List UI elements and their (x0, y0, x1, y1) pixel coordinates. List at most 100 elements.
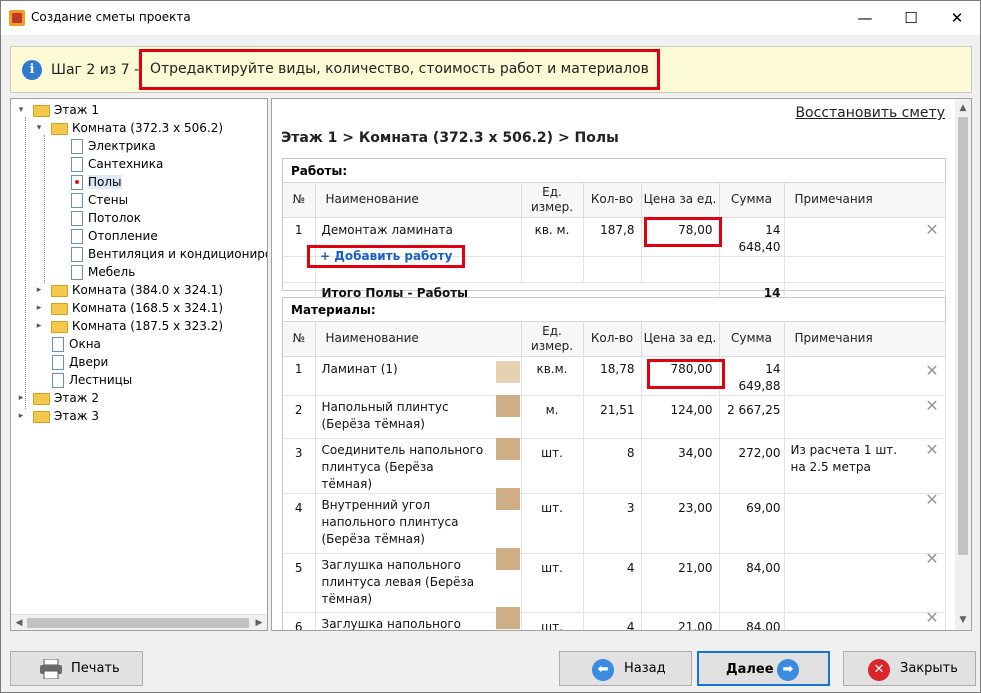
cell-unit[interactable]: шт. (521, 553, 584, 613)
tree-item-stairs[interactable]: Лестницы (52, 371, 132, 389)
cell-notes[interactable] (784, 395, 946, 439)
cell-price[interactable]: 23,00 (641, 493, 720, 554)
cell-name[interactable]: Заглушка напольного плинтуса правая (Бер… (315, 612, 522, 630)
expand-icon[interactable]: ▸ (16, 411, 26, 421)
delete-row-icon[interactable]: ✕ (925, 442, 939, 458)
document-icon (71, 139, 83, 154)
material-swatch (496, 607, 520, 629)
delete-row-icon[interactable]: ✕ (925, 363, 939, 379)
project-tree: ▾ Этаж 1 ▾ Комната (372.3 x 506.2) Элект… (10, 98, 268, 631)
tree-item-room4[interactable]: ▸ Комната (187.5 x 323.2) (33, 317, 223, 335)
table-row[interactable]: 3 Соединитель напольного плинтуса (Берёз… (283, 438, 946, 494)
document-icon (71, 229, 83, 244)
maximize-button[interactable]: ☐ (888, 1, 934, 35)
expand-icon[interactable]: ▸ (16, 393, 26, 403)
scrollbar-thumb[interactable] (27, 618, 249, 628)
tree-item-windows[interactable]: Окна (52, 335, 101, 353)
tree-item-floor3[interactable]: ▸ Этаж 3 (15, 407, 99, 425)
cell-name[interactable]: Соединитель напольного плинтуса (Берёза … (315, 438, 522, 494)
tree-item-heating[interactable]: Отопление (71, 227, 158, 245)
cell-unit[interactable]: шт. (521, 493, 584, 554)
tree-item-ventilation[interactable]: Вентиляция и кондиционирование (71, 245, 267, 263)
table-header: № Наименование Ед. измер. Кол-во Цена за… (283, 183, 946, 218)
cell-qty[interactable]: 3 (583, 493, 642, 554)
minimize-button[interactable]: — (842, 1, 888, 35)
restore-estimate-link[interactable]: Восстановить смету (795, 105, 945, 121)
cell-qty[interactable]: 187,8 (583, 217, 642, 257)
delete-row-icon[interactable]: ✕ (925, 492, 939, 508)
cell-unit[interactable]: м. (521, 395, 584, 439)
cell-qty[interactable]: 18,78 (583, 356, 642, 396)
cell-unit[interactable]: шт. (521, 612, 584, 630)
col-unit: Ед. измер. (521, 322, 584, 357)
col-notes: Примечания (784, 183, 946, 218)
cell-price[interactable]: 21,00 (641, 553, 720, 613)
delete-row-icon[interactable]: ✕ (925, 551, 939, 567)
cell-name[interactable]: Ламинат (1) (315, 356, 522, 396)
cell-unit[interactable]: кв. м. (521, 217, 584, 257)
delete-row-icon[interactable]: ✕ (925, 222, 939, 238)
tree-item-room2[interactable]: ▸ Комната (384.0 x 324.1) (33, 281, 223, 299)
tree-item-floor2[interactable]: ▸ Этаж 2 (15, 389, 99, 407)
add-work-button[interactable]: + Добавить работу (307, 245, 466, 268)
col-unit: Ед. измер. (521, 183, 584, 218)
tree-item-doors[interactable]: Двери (52, 353, 108, 371)
table-row[interactable]: 4 Внутренний угол напольного плинтуса (Б… (283, 493, 946, 554)
next-button[interactable]: Далее ➡ (697, 651, 830, 686)
cell-notes[interactable] (784, 356, 946, 396)
table-row[interactable]: 1 Ламинат (1) кв.м. 18,78 780,00 14 649,… (283, 356, 946, 396)
table-row[interactable]: 6 Заглушка напольного плинтуса правая (Б… (283, 612, 946, 630)
cell-qty[interactable]: 8 (583, 438, 642, 494)
close-button[interactable]: ✕ Закрыть (843, 651, 976, 686)
tree-item-electrics[interactable]: Электрика (71, 137, 156, 155)
delete-row-icon[interactable]: ✕ (925, 610, 939, 626)
expand-icon[interactable]: ▸ (34, 285, 44, 295)
expand-icon[interactable]: ▸ (34, 303, 44, 313)
cell-notes[interactable] (784, 612, 946, 630)
scroll-right-icon[interactable]: ▶ (252, 616, 266, 630)
cell-notes[interactable] (784, 493, 946, 554)
collapse-icon[interactable]: ▾ (16, 105, 26, 115)
close-window-button[interactable]: ✕ (934, 1, 980, 35)
tree-item-walls[interactable]: Стены (71, 191, 128, 209)
collapse-icon[interactable]: ▾ (34, 123, 44, 133)
cell-sum: 2 667,25 (719, 395, 785, 439)
cell-price[interactable]: 21,00 (641, 612, 720, 630)
cell-notes[interactable] (784, 217, 946, 257)
cell-name[interactable]: Заглушка напольного плинтуса левая (Берё… (315, 553, 522, 613)
scrollbar-thumb[interactable] (958, 117, 968, 555)
cell-qty[interactable]: 4 (583, 612, 642, 630)
tree-item-floors[interactable]: Полы (71, 173, 122, 191)
cell-name[interactable]: Напольный плинтус (Берёза тёмная) (315, 395, 522, 439)
table-row[interactable]: 5 Заглушка напольного плинтуса левая (Бе… (283, 553, 946, 613)
scroll-left-icon[interactable]: ◀ (12, 616, 26, 630)
tree-item-room3[interactable]: ▸ Комната (168.5 x 324.1) (33, 299, 223, 317)
cell-notes[interactable] (784, 553, 946, 613)
table-row[interactable]: 2 Напольный плинтус (Берёза тёмная) м. 2… (283, 395, 946, 439)
cell-qty[interactable]: 21,51 (583, 395, 642, 439)
print-button[interactable]: Печать (10, 651, 143, 686)
tree-label: Вентиляция и кондиционирование (88, 247, 267, 261)
panel-vertical-scrollbar[interactable]: ▲ ▼ (955, 99, 971, 630)
back-button[interactable]: ⬅ Назад (559, 651, 692, 686)
expand-icon[interactable]: ▸ (34, 321, 44, 331)
cell-qty[interactable]: 4 (583, 553, 642, 613)
tree-item-ceiling[interactable]: Потолок (71, 209, 141, 227)
tree-horizontal-scrollbar[interactable]: ◀ ▶ (11, 614, 267, 630)
tree-item-floor1[interactable]: ▾ Этаж 1 (15, 101, 99, 119)
col-notes: Примечания (784, 322, 946, 357)
cell-notes[interactable]: Из расчета 1 шт. на 2.5 метра (784, 438, 946, 494)
delete-row-icon[interactable]: ✕ (925, 398, 939, 414)
estimate-panel: Восстановить смету Этаж 1 > Комната (372… (271, 98, 972, 631)
cell-unit[interactable]: шт. (521, 438, 584, 494)
cell-unit[interactable]: кв.м. (521, 356, 584, 396)
cell-no: 6 (283, 612, 316, 630)
tree-item-plumbing[interactable]: Сантехника (71, 155, 163, 173)
cell-price[interactable]: 124,00 (641, 395, 720, 439)
cell-price[interactable]: 34,00 (641, 438, 720, 494)
tree-item-furniture[interactable]: Мебель (71, 263, 135, 281)
tree-item-room1[interactable]: ▾ Комната (372.3 x 506.2) (33, 119, 223, 137)
scroll-down-icon[interactable]: ▼ (956, 613, 970, 627)
cell-name[interactable]: Внутренний угол напольного плинтуса (Бер… (315, 493, 522, 554)
scroll-up-icon[interactable]: ▲ (956, 101, 970, 115)
